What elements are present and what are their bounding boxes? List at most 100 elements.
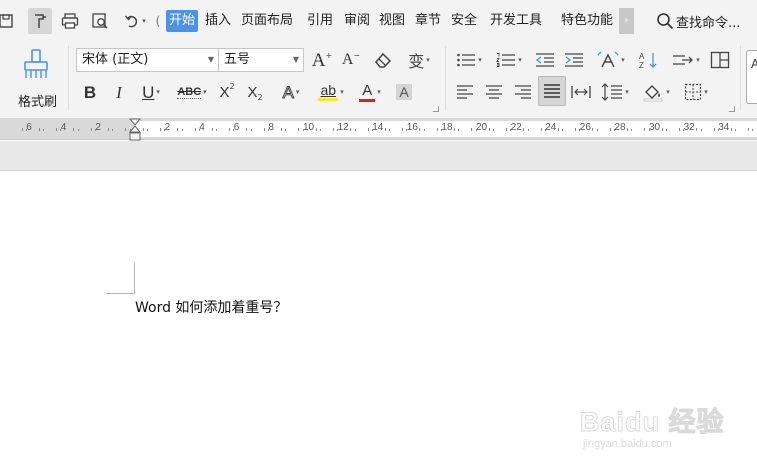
ruler-tick: [177, 128, 179, 131]
save-icon[interactable]: [0, 8, 18, 34]
ruler-tick: [527, 129, 529, 131]
align-right-button[interactable]: [512, 80, 534, 104]
ruler-tick: [752, 129, 754, 131]
font-name-select[interactable]: 宋体 (正文) ▼: [76, 48, 219, 72]
numbered-list-icon: [496, 53, 516, 67]
text-effect-button[interactable]: A ▾: [276, 80, 306, 104]
superscript-button[interactable]: X2: [216, 80, 238, 104]
grow-font-icon: A: [311, 49, 326, 71]
ruler-tick: [389, 129, 391, 131]
character-shading-button[interactable]: A: [394, 80, 414, 104]
tab-review[interactable]: 审阅: [344, 10, 370, 32]
phonetic-guide-button[interactable]: 变 ▾: [402, 48, 436, 72]
tab-chapter[interactable]: 章节: [415, 10, 441, 32]
tab-view[interactable]: 视图: [379, 10, 405, 32]
ruler-tick: [562, 129, 564, 131]
bold-button[interactable]: B: [80, 80, 100, 104]
paragraph-dialog-launcher-icon[interactable]: [729, 106, 735, 112]
ruler-tick: [56, 128, 58, 131]
brush-icon: [24, 49, 48, 78]
ruler-tick: [268, 129, 270, 131]
highlight-button[interactable]: ab ▾: [314, 80, 348, 104]
chevron-down-icon: ▼: [292, 55, 299, 64]
ruler-tick: [644, 128, 646, 131]
line-spacing-style-button[interactable]: ▾: [669, 48, 703, 72]
ruler-tick: [198, 129, 200, 131]
ruler-tick: [596, 129, 598, 131]
command-search[interactable]: 查找命令...: [656, 10, 740, 32]
ruler-tick: [419, 128, 421, 131]
ruler-tick: [579, 129, 581, 131]
font-color-button[interactable]: A ▾: [354, 80, 386, 104]
ruler-tick: [298, 128, 300, 131]
ruler-tick: [475, 129, 477, 131]
ruler-label: 10: [303, 122, 315, 133]
table-grid-icon: [710, 51, 730, 69]
underline-button[interactable]: U ▾: [137, 80, 165, 104]
redo-icon[interactable]: (: [152, 8, 164, 34]
ruler-tick: [43, 129, 45, 131]
ruler-tick: [523, 128, 525, 131]
ruler-label: 24: [545, 122, 557, 133]
ruler-tick: [614, 129, 616, 131]
format-painter-quick-icon[interactable]: [28, 8, 52, 34]
tab-scroll-right-icon[interactable]: ›: [619, 8, 634, 34]
decrease-indent-icon: [535, 53, 554, 67]
font-color-bar: [359, 98, 376, 102]
chinese-layout-button[interactable]: ▾: [594, 48, 628, 72]
ruler-label: 16: [406, 122, 418, 133]
tab-insert[interactable]: 插入: [205, 10, 231, 32]
justify-button[interactable]: [538, 76, 566, 106]
line-spacing-button[interactable]: ▾: [598, 80, 632, 104]
ruler-tick: [458, 129, 460, 131]
horizontal-ruler[interactable]: 6 4 2 2 4 6 8 10 12 14 16 18 20 22 24 26 28 30 32 34: [0, 118, 757, 140]
tab-page-layout[interactable]: 页面布局: [241, 10, 293, 32]
search-icon: [657, 13, 674, 30]
ruler-tick: [38, 128, 40, 131]
borders-button[interactable]: ▾: [679, 80, 713, 104]
sort-icon: AZ: [639, 52, 657, 69]
tab-home[interactable]: 开始: [166, 10, 199, 32]
ribbon-separator: [740, 46, 741, 110]
ruler-tick: [510, 129, 512, 131]
ruler-tick: [25, 129, 27, 131]
font-size-select[interactable]: 五号 ▼: [218, 48, 304, 72]
ruler-tick: [592, 128, 594, 131]
font-dialog-launcher-icon[interactable]: [433, 106, 439, 112]
subscript-button[interactable]: X2: [244, 80, 266, 104]
ruler-tick: [700, 129, 702, 131]
align-left-button[interactable]: [454, 80, 476, 104]
tab-features[interactable]: 特色功能: [561, 10, 619, 32]
clear-format-button[interactable]: [371, 48, 395, 72]
highlight-color-bar: [318, 98, 339, 101]
bullet-list-button[interactable]: ▾: [452, 48, 486, 72]
align-center-button[interactable]: [483, 80, 505, 104]
ruler-tick: [181, 129, 183, 131]
numbered-list-button[interactable]: ▾: [492, 48, 526, 72]
shrink-font-button[interactable]: A −: [340, 48, 362, 72]
align-right-icon: [515, 85, 531, 99]
grow-font-button[interactable]: A +: [311, 48, 333, 72]
ruler-tick: [730, 128, 732, 131]
tab-developer[interactable]: 开发工具: [490, 10, 542, 32]
print-preview-icon[interactable]: [88, 8, 112, 34]
tab-security[interactable]: 安全: [451, 10, 477, 32]
increase-indent-button[interactable]: [563, 48, 585, 72]
font-size-value: 五号: [224, 52, 251, 67]
margin-crop-mark: [106, 293, 135, 294]
decrease-indent-button[interactable]: [534, 48, 556, 72]
ruler-tick: [315, 128, 317, 131]
shading-button[interactable]: ▾: [638, 80, 674, 104]
columns-button[interactable]: [709, 48, 731, 72]
tab-references[interactable]: 引用: [307, 10, 333, 32]
sort-button[interactable]: AZ: [636, 48, 660, 72]
strikethrough-button[interactable]: ABC ▾: [175, 80, 209, 104]
document-text[interactable]: Word 如何添加着重号？: [135, 297, 287, 317]
distributed-align-button[interactable]: [570, 80, 592, 104]
ruler-tick: [454, 128, 456, 131]
style-gallery[interactable]: A: [746, 50, 757, 104]
format-painter-button[interactable]: 格式刷: [6, 48, 64, 110]
undo-icon[interactable]: ▾: [118, 8, 152, 34]
italic-button[interactable]: I: [109, 80, 129, 104]
print-icon[interactable]: [58, 8, 82, 34]
